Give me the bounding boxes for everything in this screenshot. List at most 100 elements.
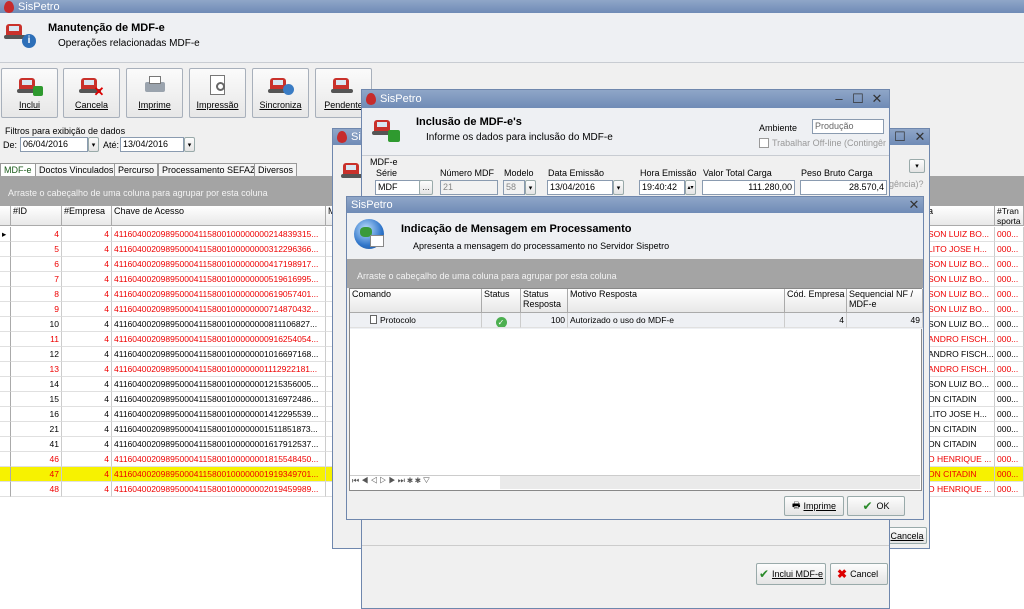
header-empresa[interactable]: #Empresa <box>62 206 112 226</box>
inclusao-cancel-label: Cancel <box>850 569 879 579</box>
cell-name: ON CITADIN <box>926 422 995 437</box>
cell-transporta: 000... <box>995 272 1024 287</box>
valor-input[interactable]: 111.280,00 <box>702 180 795 195</box>
msg-header-seq[interactable]: Sequencial NF / MDF-e <box>847 289 923 313</box>
cell-name: ANDRO FISCH... <box>926 347 995 362</box>
offline-checkbox[interactable] <box>759 138 769 148</box>
header-right-a[interactable]: a <box>926 206 995 226</box>
imprime-label: Imprime <box>138 100 171 110</box>
peso-label: Peso Bruto Carga <box>801 168 873 178</box>
msg-window: SisPetro ✕ Indicação de Mensagem em Proc… <box>346 196 924 520</box>
cell-id: 6 <box>11 257 62 272</box>
de-calendar-button[interactable]: ▾ <box>88 137 99 152</box>
cell-chave: 4116040020989500041158001000000014122955… <box>112 407 326 422</box>
ambiente-input[interactable]: Produção <box>812 119 884 134</box>
filters-label: Filtros para exibição de dados <box>5 126 126 136</box>
modelo-input[interactable]: 58 <box>503 180 525 195</box>
behind-maximize-button[interactable]: ☐ <box>891 129 909 145</box>
behind-select[interactable]: ▾ <box>909 159 925 173</box>
inclusao-close-button[interactable]: ✕ <box>868 91 886 107</box>
cell-name: SON LUIZ BO... <box>926 287 995 302</box>
printer-icon <box>142 74 168 98</box>
row-indicator <box>0 377 11 392</box>
tab-doctos[interactable]: Doctos Vinculados <box>35 163 118 176</box>
imprime-button[interactable]: Imprime <box>126 68 183 118</box>
cell-chave: 4116040020989500041158001000000019193497… <box>112 467 326 482</box>
data-emissao-input[interactable]: 13/04/2016 <box>547 180 613 195</box>
inclusao-cancel-button[interactable]: ✖ Cancel <box>830 563 888 585</box>
header-chave[interactable]: Chave de Acesso <box>112 206 326 226</box>
data-emissao-label: Data Emissão <box>548 168 605 178</box>
cell-name: ANDRO FISCH... <box>926 332 995 347</box>
msg-header-status[interactable]: Status <box>482 289 521 313</box>
row-indicator <box>0 332 11 347</box>
msg-row[interactable]: Protocolo ✓ 100 Autorizado o uso do MDF-… <box>350 313 923 329</box>
cell-empresa: 4 <box>62 272 112 287</box>
cell-id: 15 <box>11 392 62 407</box>
inclusao-truck-icon <box>372 116 400 142</box>
tab-percurso[interactable]: Percurso <box>114 163 159 176</box>
behind-close-button[interactable]: ✕ <box>911 129 929 145</box>
main-group-hint: Arraste o cabeçalho de uma coluna para a… <box>8 188 268 198</box>
impressao-button[interactable]: Impressão <box>189 68 246 118</box>
hora-input[interactable]: 19:40:42 <box>639 180 685 195</box>
inclusao-heading: Inclusão de MDF-e's <box>416 116 522 128</box>
header-id[interactable]: #ID <box>11 206 62 226</box>
cell-name: ANDRO FISCH... <box>926 362 995 377</box>
msg-group-hint: Arraste o cabeçalho de uma coluna para a… <box>357 271 617 281</box>
msg-header-comando[interactable]: Comando <box>350 289 482 313</box>
cell-id: 9 <box>11 302 62 317</box>
de-date-input[interactable]: 06/04/2016 <box>20 137 88 152</box>
tab-mdfe[interactable]: MDF-e <box>0 163 36 176</box>
inclusao-minimize-button[interactable]: – <box>830 91 848 107</box>
module-subtitle: Operações relacionadas MDF-e <box>58 38 200 49</box>
sincroniza-button[interactable]: Sincroniza <box>252 68 309 118</box>
modelo-dropdown[interactable]: ▾ <box>525 180 536 195</box>
inclui-button[interactable]: Inclui <box>1 68 58 118</box>
msg-header-motivo[interactable]: Motivo Resposta <box>568 289 785 313</box>
row-indicator <box>0 242 11 257</box>
cell-empresa: 4 <box>62 362 112 377</box>
numero-input: 21 <box>440 180 498 195</box>
row-indicator <box>0 467 11 482</box>
ate-date-input[interactable]: 13/04/2016 <box>120 137 184 152</box>
inclui-mdfe-label: Inclui MDF-e <box>772 569 824 579</box>
msg-ok-button[interactable]: ✔ OK <box>847 496 905 516</box>
peso-input[interactable]: 28.570,4 <box>800 180 887 195</box>
serie-input[interactable]: MDF <box>375 180 421 195</box>
cell-empresa: 4 <box>62 317 112 332</box>
behind-cancela-button[interactable]: Cancela <box>887 527 927 544</box>
cancela-button[interactable]: ✕ Cancela <box>63 68 120 118</box>
plus-icon <box>32 86 43 96</box>
msg-printer-icon: 🖶 <box>791 500 801 510</box>
cell-chave: 4116040020989500041158001000000003122963… <box>112 242 326 257</box>
app-drop-icon <box>4 0 14 13</box>
cell-transporta: 000... <box>995 452 1024 467</box>
msg-imprime-button[interactable]: 🖶 Imprime <box>784 496 844 516</box>
msg-header-empresa[interactable]: Cód. Empresa <box>785 289 847 313</box>
serie-lookup-button[interactable]: … <box>419 180 433 195</box>
msg-header-status-resp[interactable]: Status Resposta <box>521 289 568 313</box>
data-emissao-dropdown[interactable]: ▾ <box>613 180 624 195</box>
cell-transporta: 000... <box>995 392 1024 407</box>
cell-chave: 4116040020989500041158001000000008111068… <box>112 317 326 332</box>
cell-empresa: 4 <box>62 437 112 452</box>
msg-grid-navigator[interactable]: ⏮◀◁▷▶⏭✱✱▽ <box>350 475 500 489</box>
cell-chave: 4116040020989500041158001000000020194599… <box>112 482 326 497</box>
mdfe-info-icon: i <box>4 20 36 48</box>
msg-close-button[interactable]: ✕ <box>905 197 923 213</box>
mdfe-group-label: MDF-e <box>370 157 398 167</box>
tab-processamento[interactable]: Processamento SEFAZ <box>158 163 260 176</box>
inclui-mdfe-button[interactable]: ✔ Inclui MDF-e <box>756 563 826 585</box>
ate-calendar-button[interactable]: ▾ <box>184 137 195 152</box>
hora-spinner[interactable]: ▴▾ <box>685 180 696 195</box>
tab-diversos[interactable]: Diversos <box>254 163 298 176</box>
cell-name: SON LUIZ BO... <box>926 272 995 287</box>
msg-hscroll[interactable] <box>500 475 920 489</box>
header-transporta[interactable]: #Tran sporta <box>995 206 1024 226</box>
msg-ok-label: OK <box>876 501 890 511</box>
cell-transporta: 000... <box>995 257 1024 272</box>
inclusao-maximize-button[interactable]: ☐ <box>849 91 867 107</box>
msg-titlebar: SisPetro <box>347 197 923 213</box>
ambiente-label: Ambiente <box>759 123 798 133</box>
